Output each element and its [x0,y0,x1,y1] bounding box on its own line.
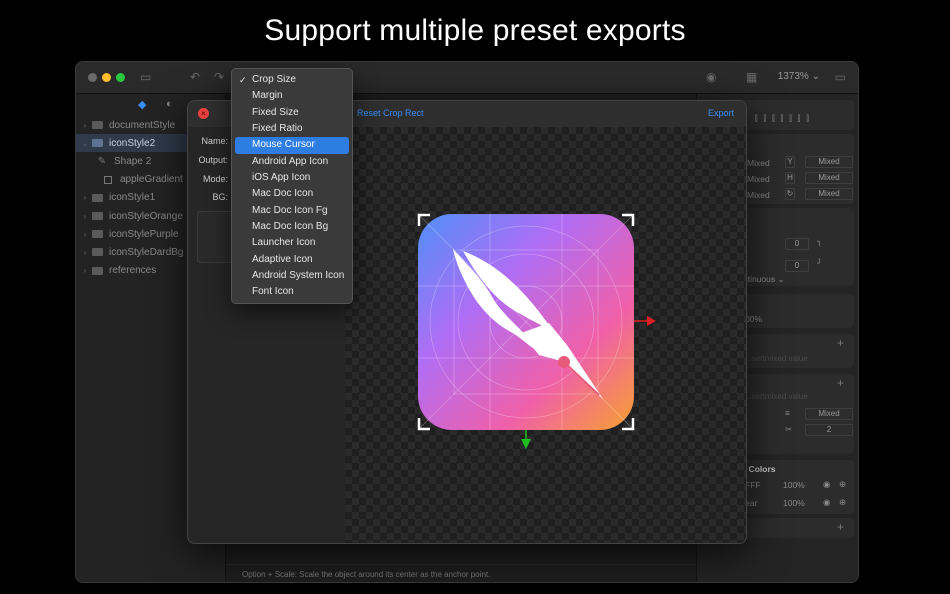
redo-icon[interactable]: ↷ [214,70,224,84]
mixed-field[interactable]: Mixed [805,188,853,200]
pen-shape-icon: ✎ [97,155,107,167]
stroke-style-icon[interactable]: ≡ [785,408,790,418]
zoom-window-button[interactable] [116,73,125,82]
preview-icon[interactable]: ◉ [706,70,716,84]
status-hint: Option + Scale: Scale the object around … [226,564,696,582]
gradient-icon [104,175,112,184]
folder-icon [92,230,103,239]
mixed-field[interactable]: Mixed [805,172,853,184]
h-field[interactable]: H [785,172,795,184]
eye-icon[interactable]: ◉ [823,479,830,490]
reset-crop-rect-button[interactable]: Reset Crop Rect [357,108,424,118]
menu-item-font-icon[interactable]: Font Icon [235,284,349,300]
folder-icon [92,212,103,221]
menu-item-mac-doc-icon-fg[interactable]: Mac Doc Icon Fg [235,203,349,219]
minimize-window-button[interactable] [102,73,111,82]
mode-label: Mode: [202,174,228,184]
menu-item-android-system-icon[interactable]: Android System Icon [235,268,349,284]
disclosure-icon[interactable]: › [78,193,92,202]
stroke-placeholder: ...sertmixed.value [745,392,808,401]
add-icon[interactable]: + [837,520,844,534]
menu-item-ios-app-icon[interactable]: iOS App Icon [235,170,349,186]
zoom-level[interactable]: 1373% ⌄ [778,71,820,82]
rotation-field[interactable]: ↻ [785,188,795,200]
grid-icon[interactable]: ▦ [746,70,757,84]
inspector-toggle-icon[interactable]: ▭ [835,70,846,84]
folder-icon [92,248,103,257]
folder-icon [92,193,103,202]
bg-label: BG: [212,192,228,202]
mixed-value[interactable]: Mixed [747,190,770,200]
mixed-field[interactable]: Mixed [805,156,853,168]
menu-item-crop-size[interactable]: ✓ Crop Size [235,72,349,88]
menu-item-mac-doc-icon-bg[interactable]: Mac Doc Icon Bg [235,219,349,235]
mixed-value[interactable]: Mixed [747,158,770,168]
disclosure-icon[interactable]: › [78,248,92,257]
disclosure-icon[interactable]: › [78,230,92,239]
icon-artwork [417,213,656,449]
menu-item-mac-doc-icon[interactable]: Mac Doc Icon [235,186,349,202]
mixed-value[interactable]: Mixed [747,174,770,184]
target-icon[interactable]: ⊕ [839,497,846,508]
stroke-count-field[interactable]: 2 [805,424,853,436]
disclosure-icon[interactable]: › [78,266,92,275]
menu-item-fixed-size[interactable]: Fixed Size [235,105,349,121]
export-preset-menu: ✓ Crop Size Margin Fixed Size Fixed Ratio… [231,68,353,304]
add-stroke-icon[interactable]: + [837,376,844,390]
sidebar-toggle-icon[interactable]: ▭ [140,70,151,84]
crop-canvas[interactable] [345,127,746,543]
align-icons[interactable]: ⫿⫿⫿⫿⫿⫿⫿ [755,114,815,124]
checkmark-icon: ✓ [239,75,247,85]
folder-icon [92,139,103,148]
continuous-select[interactable]: ntinuous ⌄ [743,274,785,285]
eye-icon[interactable]: ◉ [823,497,830,508]
target-icon[interactable]: ⊕ [839,479,846,490]
folder-icon [92,266,103,275]
menu-item-mouse-cursor[interactable]: Mouse Cursor [235,137,349,154]
scissors-icon[interactable]: ✂ [785,424,792,435]
menu-item-launcher-icon[interactable]: Launcher Icon [235,235,349,251]
menu-item-adaptive-icon[interactable]: Adaptive Icon [235,252,349,268]
close-window-button[interactable] [88,73,97,82]
menu-item-fixed-ratio[interactable]: Fixed Ratio [235,121,349,137]
y-field[interactable]: Y [785,156,795,168]
color-hex[interactable]: FFF [745,480,761,490]
promo-headline: Support multiple preset exports [264,14,686,47]
fill-placeholder: ...sertmixed.value [745,354,808,363]
radius-field[interactable]: 0 [785,260,809,272]
layers-tab-icon[interactable]: ◆ [138,98,146,111]
name-label: Name: [201,136,228,146]
opacity-value[interactable]: 00% [745,314,762,324]
y-axis-arrow[interactable] [521,430,531,449]
export-button[interactable]: Export [708,108,734,118]
output-label: Output: [198,155,228,165]
disclosure-icon[interactable]: › [78,121,92,130]
folder-icon [92,121,103,130]
color-opacity[interactable]: 100% [783,480,805,490]
stroke-mixed-field[interactable]: Mixed [805,408,853,420]
color-opacity[interactable]: 100% [783,498,805,508]
radius-field[interactable]: 0 [785,238,809,250]
corner-icon: ╮ [817,236,823,246]
menu-item-android-app-icon[interactable]: Android App Icon [235,154,349,170]
styles-tab-icon[interactable]: ◐ [166,98,173,110]
x-axis-arrow[interactable] [634,316,656,326]
menu-item-margin[interactable]: Margin [235,88,349,104]
undo-icon[interactable]: ↶ [190,70,200,84]
close-dialog-button[interactable]: × [198,108,209,119]
corner-icon: ╯ [817,258,823,268]
disclosure-icon[interactable]: › [78,212,92,221]
disclosure-icon[interactable]: ⌄ [78,139,92,148]
add-fill-icon[interactable]: + [837,336,844,350]
title-bar: ▭ ↶ ↷ ◉ ▦ 1373% ⌄ ▭ [76,62,858,94]
